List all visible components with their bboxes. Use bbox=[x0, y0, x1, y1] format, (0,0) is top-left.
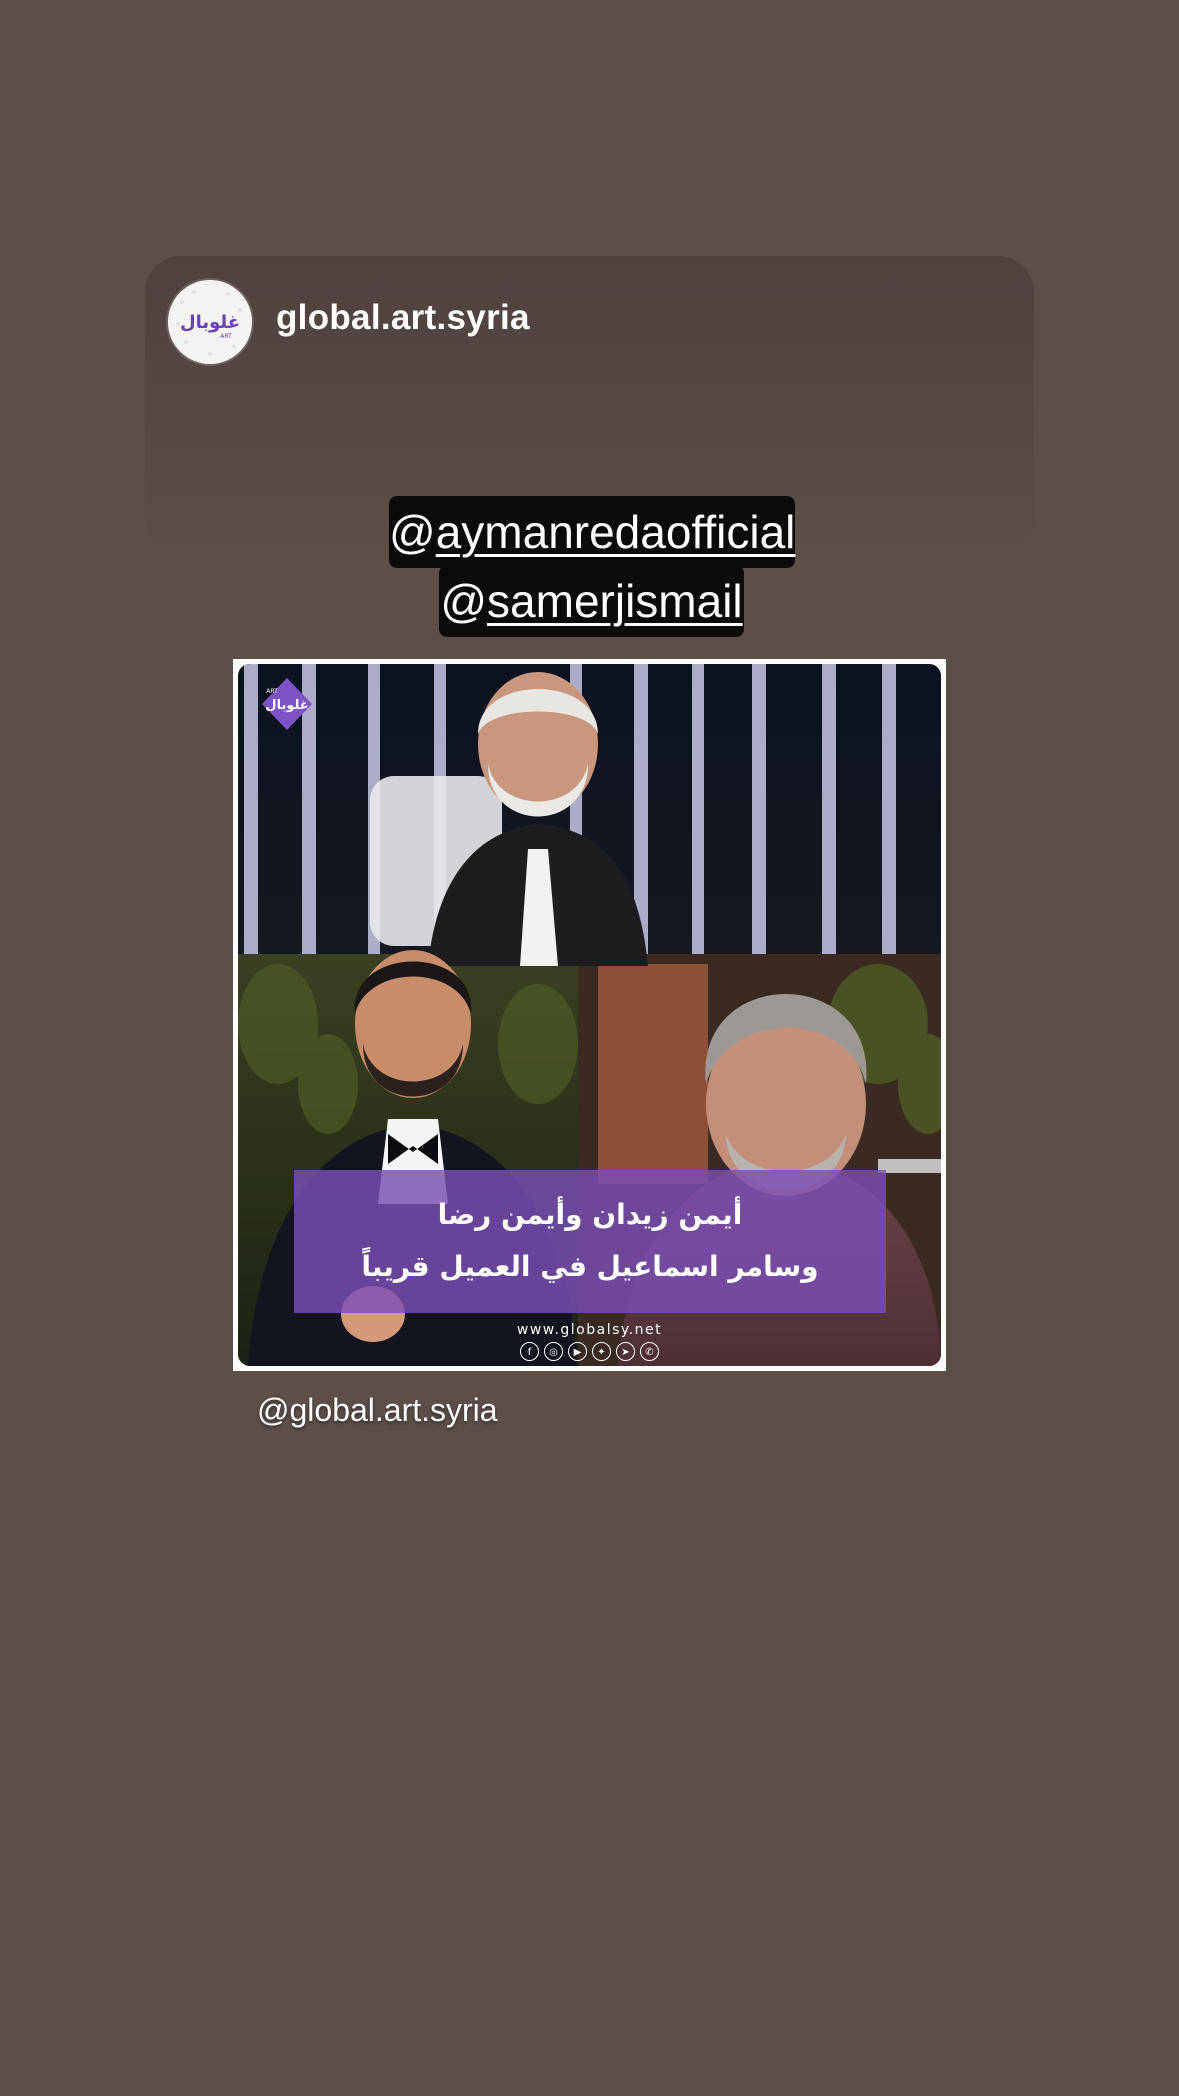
telegram-icon: ➤ bbox=[616, 1342, 635, 1361]
caption-line: أيمن زيدان وأيمن رضا bbox=[437, 1198, 743, 1231]
mention-handle: aymanredaofficial bbox=[435, 506, 796, 558]
whatsapp-icon: ✆ bbox=[640, 1342, 659, 1361]
footer-mention-text[interactable]: @global.art.syria bbox=[257, 1392, 498, 1429]
mention-at-sign: @ bbox=[440, 575, 488, 627]
news-caption-box: أيمن زيدان وأيمن رضا وسامر اسماعيل في ال… bbox=[294, 1170, 886, 1313]
watermark-logo-text: غلوبال bbox=[265, 698, 308, 713]
account-username[interactable]: global.art.syria bbox=[276, 298, 530, 338]
avatar-logo-text: غلوبال bbox=[180, 312, 240, 333]
mention-at-sign: @ bbox=[389, 506, 436, 558]
mention-sticker-samerjismail[interactable]: @samerjismail bbox=[439, 565, 744, 637]
site-url: www.globalsy.net bbox=[516, 1322, 663, 1338]
mention-handle: samerjismail bbox=[487, 575, 743, 627]
youtube-icon: ▶ bbox=[568, 1342, 587, 1361]
global-art-watermark-logo: غلوبال ART bbox=[260, 676, 314, 732]
shared-post-image[interactable]: غلوبال ART أيمن زيدان وأيمن رضا وسامر اس… bbox=[233, 659, 946, 1371]
caption-line: وسامر اسماعيل في العميل قريباً bbox=[361, 1250, 819, 1283]
avatar-logo-subtext: ART bbox=[220, 333, 232, 340]
logo-diamond-icon: غلوبال ART bbox=[262, 678, 312, 730]
watermark-logo-subtext: ART bbox=[266, 688, 278, 695]
twitter-icon: ✦ bbox=[592, 1342, 611, 1361]
instagram-icon: ◎ bbox=[544, 1342, 563, 1361]
facebook-icon: f bbox=[520, 1342, 539, 1361]
account-avatar[interactable]: غلوبال ART bbox=[168, 280, 252, 364]
mention-sticker-aymanredaofficial[interactable]: @aymanredaofficial bbox=[389, 496, 795, 568]
social-icons-row: f ◎ ▶ ✦ ➤ ✆ bbox=[238, 1342, 941, 1361]
news-photo: غلوبال ART أيمن زيدان وأيمن رضا وسامر اس… bbox=[238, 664, 941, 1366]
global-art-logo-icon: غلوبال ART bbox=[168, 280, 252, 364]
